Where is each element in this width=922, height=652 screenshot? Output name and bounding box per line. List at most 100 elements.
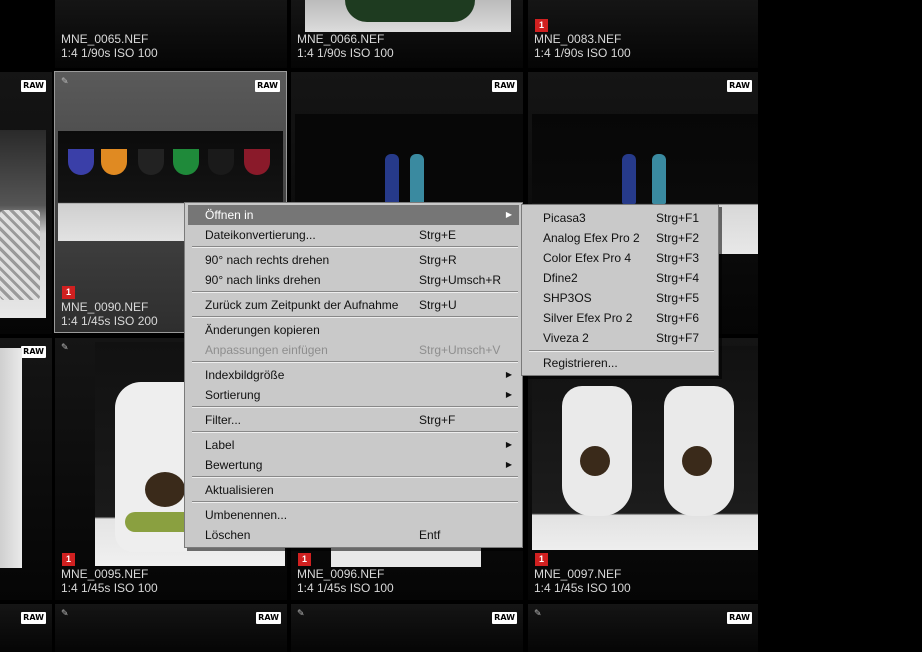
menu-separator xyxy=(192,406,518,408)
submenu-item-shp3os[interactable]: SHP3OS Strg+F5 xyxy=(525,288,715,308)
menu-separator xyxy=(192,431,518,433)
raw-badge: RAW xyxy=(21,612,46,624)
submenu-item-silver-efex[interactable]: Silver Efex Pro 2 Strg+F6 xyxy=(525,308,715,328)
submenu-item-register[interactable]: Registrieren... xyxy=(525,353,715,373)
raw-badge: RAW xyxy=(256,612,281,624)
edited-pencil-icon: ✎ xyxy=(61,343,69,353)
thumbnail-photo xyxy=(0,348,22,568)
edited-pencil-icon: ✎ xyxy=(534,609,542,619)
thumbnail-exif: 1:4 1/45s ISO 100 xyxy=(534,581,631,595)
menu-separator xyxy=(192,246,518,248)
submenu-arrow-icon: ▶ xyxy=(505,370,512,379)
edited-pencil-icon: ✎ xyxy=(297,609,305,619)
menu-item-rotate-right[interactable]: 90° nach rechts drehen Strg+R xyxy=(188,250,519,270)
menu-item-label: Indexbildgröße xyxy=(205,368,285,382)
submenu-item-viveza2[interactable]: Viveza 2 Strg+F7 xyxy=(525,328,715,348)
raw-badge: RAW xyxy=(255,80,280,92)
menu-item-label: SHP3OS xyxy=(543,291,592,305)
menu-item-filter[interactable]: Filter... Strg+F xyxy=(188,410,519,430)
menu-separator xyxy=(192,501,518,503)
menu-item-delete[interactable]: Löschen Entf xyxy=(188,525,519,545)
menu-item-label: Sortierung xyxy=(205,388,261,402)
thumbnail-exif: 1:4 1/45s ISO 100 xyxy=(297,581,394,595)
thumbnail-mne-0083[interactable]: 1 MNE_0083.NEF 1:4 1/90s ISO 100 xyxy=(528,0,758,68)
menu-item-label: Picasa3 xyxy=(543,211,586,225)
submenu-item-analog-efex[interactable]: Analog Efex Pro 2 Strg+F2 xyxy=(525,228,715,248)
menu-item-thumbnail-size[interactable]: Indexbildgröße ▶ xyxy=(188,365,519,385)
submenu-arrow-icon: ▶ xyxy=(505,390,512,399)
menu-item-label-submenu[interactable]: Label ▶ xyxy=(188,435,519,455)
submenu-item-picasa3[interactable]: Picasa3 Strg+F1 xyxy=(525,208,715,228)
thumbnail-mne-0065[interactable]: MNE_0065.NEF 1:4 1/90s ISO 100 xyxy=(55,0,287,68)
menu-item-label: Dfine2 xyxy=(543,271,578,285)
submenu-item-color-efex[interactable]: Color Efex Pro 4 Strg+F3 xyxy=(525,248,715,268)
context-menu: Öffnen in ▶ Dateikonvertierung... Strg+E… xyxy=(184,202,523,548)
menu-item-shortcut: Strg+F4 xyxy=(656,271,700,285)
menu-item-shortcut: Strg+F3 xyxy=(656,251,700,265)
menu-item-shortcut: Strg+Umsch+V xyxy=(419,343,501,357)
raw-badge: RAW xyxy=(492,612,517,624)
menu-item-rating[interactable]: Bewertung ▶ xyxy=(188,455,519,475)
menu-item-label: Löschen xyxy=(205,528,251,542)
menu-item-label: Öffnen in xyxy=(205,208,254,222)
menu-item-refresh[interactable]: Aktualisieren xyxy=(188,480,519,500)
menu-item-shortcut: Strg+F1 xyxy=(656,211,700,225)
menu-item-paste-adjustments: Anpassungen einfügen Strg+Umsch+V xyxy=(188,340,519,360)
menu-item-shortcut: Strg+F xyxy=(419,413,456,427)
menu-item-copy-adjustments[interactable]: Änderungen kopieren xyxy=(188,320,519,340)
menu-item-shortcut: Strg+F5 xyxy=(656,291,700,305)
thumbnail-bottom-1[interactable]: ✎ RAW xyxy=(55,604,287,652)
submenu-arrow-icon: ▶ xyxy=(505,440,512,449)
menu-item-open-with[interactable]: Öffnen in ▶ xyxy=(188,205,519,225)
menu-item-rename[interactable]: Umbenennen... xyxy=(188,505,519,525)
edited-pencil-icon: ✎ xyxy=(61,77,69,87)
thumbnail-bottom-left[interactable]: RAW xyxy=(0,604,52,652)
menu-item-shortcut: Strg+Umsch+R xyxy=(419,273,502,287)
raw-badge: RAW xyxy=(21,80,46,92)
menu-separator xyxy=(192,476,518,478)
raw-badge: RAW xyxy=(492,80,517,92)
menu-item-rotate-left[interactable]: 90° nach links drehen Strg+Umsch+R xyxy=(188,270,519,290)
raw-badge: RAW xyxy=(727,612,752,624)
menu-item-shortcut: Strg+F7 xyxy=(656,331,700,345)
label-flag: 1 xyxy=(62,286,75,299)
thumbnail-exif: 1:4 1/90s ISO 100 xyxy=(534,46,631,60)
thumbnail-mne-0066[interactable]: MNE_0066.NEF 1:4 1/90s ISO 100 xyxy=(291,0,523,68)
thumbnail-left-partial[interactable]: RAW xyxy=(0,72,52,334)
menu-separator xyxy=(192,361,518,363)
menu-item-label: Viveza 2 xyxy=(543,331,589,345)
thumbnail-filename: MNE_0065.NEF xyxy=(61,32,149,46)
menu-item-label: Color Efex Pro 4 xyxy=(543,251,632,265)
menu-item-label: Änderungen kopieren xyxy=(205,323,320,337)
thumbnail-filename: MNE_0090.NEF xyxy=(61,300,149,314)
menu-item-file-conversion[interactable]: Dateikonvertierung... Strg+E xyxy=(188,225,519,245)
thumbnail-photo xyxy=(0,130,46,318)
menu-item-label: 90° nach rechts drehen xyxy=(205,253,330,267)
menu-item-label: Anpassungen einfügen xyxy=(205,343,328,357)
label-flag: 1 xyxy=(535,553,548,566)
submenu-item-dfine2[interactable]: Dfine2 Strg+F4 xyxy=(525,268,715,288)
raw-badge: RAW xyxy=(21,346,46,358)
thumbnail-exif: 1:4 1/45s ISO 200 xyxy=(61,314,158,328)
menu-item-label: Dateikonvertierung... xyxy=(205,228,316,242)
menu-item-shortcut: Strg+E xyxy=(419,228,457,242)
thumbnail-left-partial-2[interactable]: RAW xyxy=(0,338,52,600)
menu-item-shortcut: Strg+F2 xyxy=(656,231,700,245)
thumbnail-filename: MNE_0083.NEF xyxy=(534,32,622,46)
menu-item-shortcut: Entf xyxy=(419,528,441,542)
thumbnail-bottom-2[interactable]: ✎ RAW xyxy=(291,604,523,652)
thumbnail-bottom-3[interactable]: ✎ RAW xyxy=(528,604,758,652)
raw-badge: RAW xyxy=(727,80,752,92)
label-flag: 1 xyxy=(298,553,311,566)
thumbnail-mne-0097[interactable]: ✎ RAW 1 MNE_0097.NEF 1:4 1/45s ISO 100 xyxy=(528,338,758,600)
menu-item-shortcut: Strg+F6 xyxy=(656,311,700,325)
menu-separator xyxy=(529,350,714,352)
menu-item-label: Silver Efex Pro 2 xyxy=(543,311,633,325)
menu-item-sort[interactable]: Sortierung ▶ xyxy=(188,385,519,405)
menu-separator xyxy=(192,291,518,293)
thumbnail-exif: 1:4 1/90s ISO 100 xyxy=(297,46,394,60)
menu-item-shortcut: Strg+U xyxy=(419,298,457,312)
menu-item-label: Label xyxy=(205,438,235,452)
menu-item-revert-to-original[interactable]: Zurück zum Zeitpunkt der Aufnahme Strg+U xyxy=(188,295,519,315)
thumbnail-filename: MNE_0066.NEF xyxy=(297,32,385,46)
